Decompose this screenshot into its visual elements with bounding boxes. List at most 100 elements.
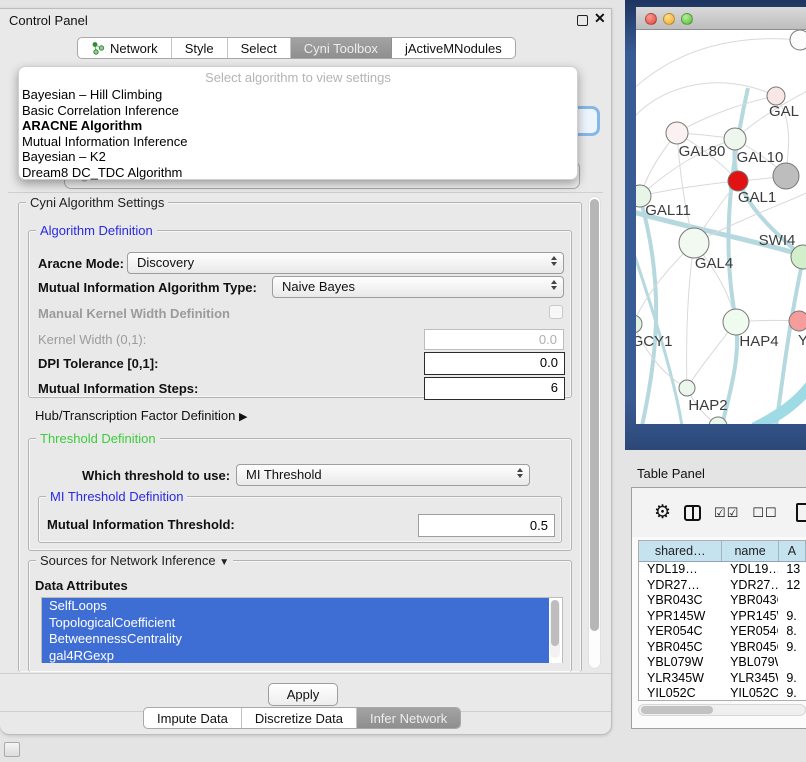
- table-column-header[interactable]: name: [722, 541, 778, 561]
- table-cell: YBR045C: [639, 640, 722, 656]
- kernel-width-field[interactable]: 0.0: [424, 329, 564, 350]
- expander-right-icon: ▶: [239, 411, 247, 423]
- attribute-item[interactable]: gal4RGexp: [42, 648, 549, 664]
- network-window-titlebar[interactable]: [636, 7, 806, 30]
- tab-infer-network[interactable]: Infer Network: [357, 708, 460, 728]
- table-cell: YPR145W: [722, 609, 778, 625]
- combo-arrows-icon: [551, 280, 557, 290]
- table-cell: YIL052C: [639, 686, 722, 701]
- apply-button[interactable]: Apply: [268, 683, 338, 706]
- float-window-icon[interactable]: [577, 15, 588, 26]
- table-cell: 8.: [778, 624, 806, 640]
- dropdown-item[interactable]: Basic Correlation Inference: [19, 103, 577, 119]
- table-row[interactable]: YPR145WYPR145W9.: [639, 609, 806, 625]
- deselect-all-icon[interactable]: ☐☐: [752, 505, 777, 521]
- network-edge[interactable]: [687, 243, 694, 388]
- attributes-scrollbar[interactable]: [550, 600, 560, 658]
- tab-impute-data[interactable]: Impute Data: [144, 708, 242, 728]
- which-threshold-combo[interactable]: MI Threshold: [236, 464, 530, 486]
- node-table[interactable]: shared…nameA YDL19…YDL19…13YDR27…YDR27…1…: [638, 540, 806, 701]
- table-horizontal-scrollbar[interactable]: [638, 704, 806, 716]
- column-selector-icon[interactable]: [684, 505, 701, 521]
- table-column-header[interactable]: A: [779, 541, 806, 561]
- network-node[interactable]: [773, 163, 799, 189]
- zoom-traffic-light-icon[interactable]: [681, 13, 693, 25]
- network-node-gcy1[interactable]: [636, 315, 642, 333]
- which-threshold-value: MI Threshold: [246, 467, 322, 482]
- table-row[interactable]: YDL19…YDL19…13: [639, 562, 806, 578]
- mi-type-label: Mutual Information Algorithm Type:: [38, 280, 257, 295]
- attribute-item[interactable]: BetweennessCentrality: [42, 631, 549, 648]
- network-node-gal1[interactable]: [728, 171, 748, 191]
- table-cell: YBL079W: [639, 655, 722, 671]
- network-edge[interactable]: [677, 96, 776, 133]
- dropdown-item[interactable]: Bayesian – Hill Climbing: [19, 87, 577, 103]
- combo-arrows-icon: [517, 468, 523, 478]
- close-traffic-light-icon[interactable]: [645, 13, 657, 25]
- expander-down-icon[interactable]: ▼: [219, 557, 229, 568]
- algorithm-dropdown-popup: Select algorithm to view settings Bayesi…: [18, 66, 578, 180]
- table-row[interactable]: YER054CYER054C8.: [639, 624, 806, 640]
- hub-definition-expander[interactable]: Hub/Transcription Factor Definition ▶: [35, 408, 247, 423]
- table-row[interactable]: YBR045CYBR045C9.: [639, 640, 806, 656]
- scrollbar-thumb[interactable]: [641, 706, 713, 714]
- algorithm-definition-title: Algorithm Definition: [36, 223, 157, 238]
- node-label: GAL: [769, 103, 799, 120]
- table-row[interactable]: YLR345WYLR345W9.: [639, 671, 806, 687]
- network-node-gal4[interactable]: [679, 228, 709, 258]
- tab-jactivemnodules[interactable]: jActiveMNodules: [392, 38, 515, 58]
- table-row[interactable]: YBR043CYBR043C: [639, 593, 806, 609]
- table-cell: YBR045C: [722, 640, 778, 656]
- collapsed-panel-icon[interactable]: [4, 742, 20, 757]
- threshold-definition-title: Threshold Definition: [36, 431, 160, 446]
- network-node-gal10[interactable]: [724, 128, 746, 150]
- aracne-mode-combo[interactable]: Discovery: [127, 252, 564, 274]
- settings-vertical-scrollbar[interactable]: [588, 196, 601, 669]
- table-row[interactable]: YBL079WYBL079W: [639, 655, 806, 671]
- dropdown-item[interactable]: Bayesian – K2: [19, 149, 577, 165]
- export-table-icon[interactable]: [796, 503, 806, 522]
- table-cell: YPR145W: [639, 609, 722, 625]
- cyni-settings-scrollpane: Cyni Algorithm Settings Algorithm Defini…: [8, 192, 603, 672]
- tab-style[interactable]: Style: [172, 38, 228, 58]
- scrollbar-thumb[interactable]: [551, 600, 559, 646]
- table-row[interactable]: YDR27…YDR27…12: [639, 578, 806, 594]
- scrollbar-thumb[interactable]: [590, 199, 599, 631]
- mi-threshold-field[interactable]: 0.5: [418, 514, 555, 537]
- manual-kernel-checkbox[interactable]: [549, 305, 563, 319]
- dpi-tolerance-label: DPI Tolerance [0,1]:: [38, 356, 158, 371]
- dropdown-item-selected[interactable]: ARACNE Algorithm: [19, 118, 577, 134]
- network-graph[interactable]: GALGAL80GAL10GAL1GAL11SWI4GAL4GCY1HAP4YH…: [636, 30, 806, 424]
- close-icon[interactable]: ✕: [594, 10, 606, 27]
- network-node-hap4[interactable]: [723, 309, 749, 335]
- tab-discretize-data[interactable]: Discretize Data: [242, 708, 357, 728]
- table-cell: [778, 655, 806, 671]
- gear-icon[interactable]: ⚙: [654, 503, 671, 522]
- network-node-gal80[interactable]: [666, 122, 688, 144]
- network-canvas[interactable]: GALGAL80GAL10GAL1GAL11SWI4GAL4GCY1HAP4YH…: [636, 30, 806, 424]
- combo-arrows-icon: [551, 256, 557, 266]
- network-node-y[interactable]: [789, 311, 806, 331]
- table-cell: YDR27…: [722, 578, 778, 594]
- tab-network[interactable]: Network: [78, 38, 172, 58]
- table-column-header[interactable]: shared…: [639, 541, 722, 561]
- tab-select[interactable]: Select: [228, 38, 291, 58]
- attribute-item[interactable]: TopologicalCoefficient: [42, 615, 549, 632]
- network-node[interactable]: [790, 30, 806, 50]
- dropdown-item[interactable]: Mutual Information Inference: [19, 134, 577, 150]
- data-attributes-list[interactable]: SelfLoopsTopologicalCoefficientBetweenne…: [41, 597, 563, 663]
- select-all-icon[interactable]: ☑☑: [714, 505, 739, 521]
- network-edge[interactable]: [636, 39, 800, 92]
- table-toolbar: ⚙ ☑☑ ☐☐: [632, 488, 806, 537]
- mi-steps-field[interactable]: 6: [424, 377, 565, 400]
- network-node-hap2[interactable]: [679, 380, 695, 396]
- attribute-item[interactable]: SelfLoops: [42, 598, 549, 615]
- minimize-traffic-light-icon[interactable]: [663, 13, 675, 25]
- table-cell: YBR043C: [639, 593, 722, 609]
- dpi-tolerance-field[interactable]: 0.0: [424, 352, 565, 375]
- network-edge[interactable]: [636, 83, 776, 122]
- dropdown-item[interactable]: Dream8 DC_TDC Algorithm: [19, 165, 577, 181]
- table-row[interactable]: YIL052CYIL052C9.: [639, 686, 806, 701]
- tab-cyni-toolbox[interactable]: Cyni Toolbox: [291, 38, 392, 58]
- mi-type-combo[interactable]: Naive Bayes: [272, 276, 564, 298]
